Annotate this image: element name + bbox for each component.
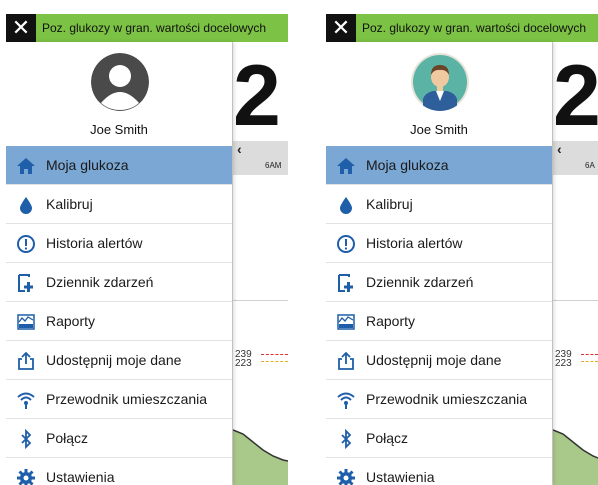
menu-item-moja-glukoza[interactable]: Moja glukoza: [326, 146, 552, 185]
menu-item-label: Raporty: [366, 313, 416, 329]
screen-left: 2 ‹ 6AM 239 223 ✕ Poz. glukozy w gran. w…: [6, 14, 288, 485]
menu-item-label: Moja glukoza: [366, 157, 449, 173]
menu-item-label: Historia alertów: [366, 235, 463, 251]
event-log-icon: [338, 274, 353, 292]
share-icon: [338, 351, 354, 370]
user-silhouette-icon: [91, 53, 149, 111]
avatar[interactable]: [91, 53, 149, 111]
settings-gear-icon: [337, 469, 355, 485]
glucose-value: 2: [553, 48, 598, 144]
menu-item-label: Dziennik zdarzeń: [46, 274, 154, 290]
menu-item-label: Kalibruj: [366, 196, 413, 212]
grid-line: [553, 300, 598, 301]
wifi-signal-icon: [17, 392, 35, 409]
close-icon[interactable]: ✕: [326, 14, 356, 42]
menu-item-polacz[interactable]: Połącz: [6, 419, 232, 458]
menu-item-udostepnij[interactable]: Udostępnij moje dane: [6, 341, 232, 380]
low-target-line: [261, 361, 288, 362]
menu-item-raporty[interactable]: Raporty: [6, 302, 232, 341]
chevron-left-icon[interactable]: ‹: [237, 141, 242, 157]
home-icon: [17, 158, 35, 174]
home-icon: [337, 158, 355, 174]
profile-header[interactable]: Joe Smith: [6, 42, 232, 146]
event-log-icon: [18, 274, 33, 292]
menu-item-label: Historia alertów: [46, 235, 143, 251]
blood-drop-icon: [340, 197, 352, 214]
bluetooth-icon: [341, 429, 352, 449]
menu-item-historia-alertow[interactable]: Historia alertów: [6, 224, 232, 263]
menu-item-label: Ustawienia: [46, 469, 115, 485]
avatar[interactable]: [411, 53, 469, 111]
alert-banner[interactable]: ✕ Poz. glukozy w gran. wartości docelowy…: [326, 14, 598, 42]
time-strip: ‹ 6AM: [233, 141, 288, 175]
alert-text: Poz. glukozy w gran. wartości docelowych: [42, 21, 267, 35]
menu-item-ustawienia[interactable]: Ustawienia: [6, 458, 232, 485]
menu-item-historia-alertow[interactable]: Historia alertów: [326, 224, 552, 263]
reports-icon: [337, 314, 355, 330]
menu-item-kalibruj[interactable]: Kalibruj: [326, 185, 552, 224]
menu-item-przewodnik[interactable]: Przewodnik umieszczania: [6, 380, 232, 419]
menu-item-label: Dziennik zdarzeń: [366, 274, 474, 290]
chevron-left-icon[interactable]: ‹: [557, 141, 562, 157]
high-target-line: [581, 354, 598, 355]
glucose-trend-area: [233, 429, 288, 485]
grid-line: [233, 300, 288, 301]
menu-item-ustawienia[interactable]: Ustawienia: [326, 458, 552, 485]
target-low-label: 223: [555, 358, 572, 369]
alert-banner[interactable]: ✕ Poz. glukozy w gran. wartości docelowy…: [6, 14, 288, 42]
menu-item-label: Przewodnik umieszczania: [46, 391, 208, 407]
menu-item-label: Udostępnij moje dane: [46, 352, 182, 368]
nav-menu: Moja glukoza Kalibruj Historia alertów D…: [6, 146, 232, 485]
target-labels: 239 223: [235, 350, 252, 369]
menu-item-przewodnik[interactable]: Przewodnik umieszczania: [326, 380, 552, 419]
menu-item-udostepnij[interactable]: Udostępnij moje dane: [326, 341, 552, 380]
menu-item-label: Ustawienia: [366, 469, 435, 485]
reports-icon: [17, 314, 35, 330]
blood-drop-icon: [20, 197, 32, 214]
glucose-dashboard-background: 2 ‹ 6A 239 223: [552, 42, 598, 485]
menu-item-kalibruj[interactable]: Kalibruj: [6, 185, 232, 224]
menu-item-raporty[interactable]: Raporty: [326, 302, 552, 341]
glucose-trend-area: [553, 429, 598, 485]
settings-gear-icon: [17, 469, 35, 485]
menu-item-label: Połącz: [46, 430, 89, 446]
glucose-dashboard-background: 2 ‹ 6AM 239 223: [232, 42, 288, 485]
menu-item-moja-glukoza[interactable]: Moja glukoza: [6, 146, 232, 185]
alert-circle-icon: [17, 235, 35, 253]
menu-item-label: Przewodnik umieszczania: [366, 391, 528, 407]
menu-item-dziennik-zdarzen[interactable]: Dziennik zdarzeń: [6, 263, 232, 302]
low-target-line: [581, 361, 598, 362]
screen-right: 2 ‹ 6A 239 223 ✕ Poz. glukozy w gran. wa…: [326, 14, 598, 485]
menu-item-polacz[interactable]: Połącz: [326, 419, 552, 458]
alert-circle-icon: [337, 235, 355, 253]
navigation-drawer: Joe Smith Moja glukoza Kalibruj Historia…: [326, 42, 552, 485]
bluetooth-icon: [21, 429, 32, 449]
menu-item-label: Raporty: [46, 313, 96, 329]
menu-item-label: Połącz: [366, 430, 409, 446]
share-icon: [18, 351, 34, 370]
nav-menu: Moja glukoza Kalibruj Historia alertów D…: [326, 146, 552, 485]
alert-text: Poz. glukozy w gran. wartości docelowych: [362, 21, 587, 35]
user-name: Joe Smith: [90, 122, 148, 137]
navigation-drawer: Joe Smith Moja glukoza Kalibruj Historia…: [6, 42, 232, 485]
high-target-line: [261, 354, 288, 355]
close-icon[interactable]: ✕: [6, 14, 36, 42]
target-labels: 239 223: [555, 350, 572, 369]
wifi-signal-icon: [337, 392, 355, 409]
menu-item-label: Moja glukoza: [46, 157, 129, 173]
time-strip: ‹ 6A: [553, 141, 598, 175]
menu-item-label: Udostępnij moje dane: [366, 352, 502, 368]
time-label: 6A: [585, 161, 595, 170]
profile-header[interactable]: Joe Smith: [326, 42, 552, 146]
menu-item-dziennik-zdarzen[interactable]: Dziennik zdarzeń: [326, 263, 552, 302]
menu-item-label: Kalibruj: [46, 196, 93, 212]
glucose-value: 2: [233, 48, 281, 144]
user-photo-avatar: [411, 53, 469, 111]
target-low-label: 223: [235, 358, 252, 369]
time-label: 6AM: [265, 161, 282, 170]
user-name: Joe Smith: [410, 122, 468, 137]
